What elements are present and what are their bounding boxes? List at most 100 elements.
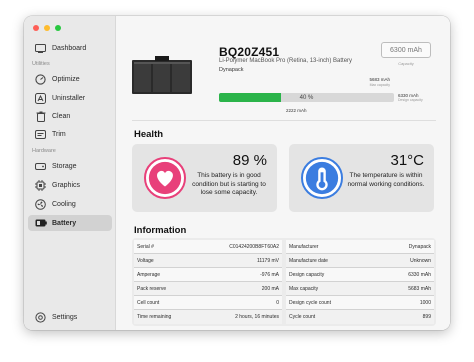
info-key: Serial #	[137, 243, 154, 250]
close-window-button[interactable]	[33, 25, 39, 31]
temperature-value: 31°C	[390, 152, 424, 169]
info-value: 1000	[419, 299, 431, 306]
max-capacity-value: 5683 mAh	[369, 77, 390, 82]
sidebar-item-label: Battery	[52, 219, 77, 227]
table-row: Manufacture date Unknown	[286, 254, 434, 268]
table-row: Pack reserve 200 mA	[134, 282, 282, 296]
info-value: 0	[276, 299, 279, 306]
table-row: Design cycle count 1000	[286, 296, 434, 310]
app-store-icon	[34, 92, 47, 105]
main-content: BQ20Z451 Li-Polymer MacBook Pro (Retina,…	[116, 16, 450, 330]
sidebar-item-storage[interactable]: Storage	[28, 158, 112, 174]
info-value: 6330 mAh	[408, 271, 431, 278]
table-row: Amperage -976 mA	[134, 268, 282, 282]
info-value: 5683 mAh	[408, 285, 431, 292]
capacity-box: 6300 mAh	[381, 42, 431, 58]
info-key: Manufacture date	[289, 257, 328, 264]
design-capacity-label: Design capacity	[398, 98, 423, 102]
info-value: Dynapack	[408, 243, 431, 250]
table-row: Cell count 0	[134, 296, 282, 310]
app-window: Dashboard Utilities Optimize Uninstaller…	[24, 16, 450, 330]
battery-model: BQ20Z451	[219, 45, 280, 59]
disk-icon	[34, 160, 47, 173]
info-key: Cycle count	[289, 314, 316, 320]
info-key: Manufacturer	[289, 243, 319, 250]
battery-manufacturer: Dynapack	[219, 67, 244, 73]
info-value: 899	[422, 314, 431, 320]
speedometer-icon	[34, 73, 47, 86]
sidebar-item-label: Storage	[52, 162, 77, 170]
current-capacity-value: 2222 mAh	[286, 108, 307, 113]
info-key: Pack reserve	[137, 285, 167, 292]
sidebar-item-dashboard[interactable]: Dashboard	[28, 40, 112, 56]
trash-icon	[34, 110, 47, 123]
section-label-hardware: Hardware	[32, 148, 56, 154]
info-value: Unknown	[410, 257, 431, 264]
sidebar-item-optimize[interactable]: Optimize	[28, 71, 112, 87]
sidebar-item-label: Graphics	[52, 181, 81, 189]
sidebar-item-graphics[interactable]: Graphics	[28, 177, 112, 193]
divider	[132, 120, 436, 121]
table-row: Time remaining 2 hours, 16 minutes	[134, 310, 282, 324]
thermometer-icon	[301, 157, 343, 199]
sidebar-item-trim[interactable]: Trim	[28, 126, 112, 142]
dashboard-icon	[34, 42, 47, 55]
table-row: Serial # C01424200B8FT60A2	[134, 240, 282, 254]
info-value: 2 hours, 16 minutes	[235, 314, 279, 320]
scissors-icon	[34, 128, 47, 141]
charge-percent: 40 %	[299, 94, 314, 101]
sidebar-item-label: Dashboard	[52, 44, 87, 52]
info-value: -976 mA	[260, 271, 279, 278]
info-key: Design capacity	[289, 271, 325, 278]
gpu-icon	[34, 179, 47, 192]
temperature-text: The temperature is within normal working…	[347, 172, 425, 188]
sidebar-item-label: Uninstaller	[52, 94, 86, 102]
heart-icon	[144, 157, 186, 199]
info-key: Voltage	[137, 257, 154, 264]
gear-icon	[34, 311, 47, 324]
information-table: Serial # C01424200B8FT60A2 Voltage 11179 mV…	[132, 238, 436, 326]
window-controls	[33, 25, 61, 31]
temperature-card: 31°C The temperature is within normal wo…	[289, 144, 434, 212]
sidebar-item-uninstaller[interactable]: Uninstaller	[28, 90, 112, 106]
table-row: Voltage 11179 mV	[134, 254, 282, 268]
info-key: Amperage	[137, 271, 161, 278]
battery-health-value: 89 %	[232, 152, 267, 169]
sidebar-item-label: Clean	[52, 112, 71, 120]
battery-pack-image	[132, 56, 192, 94]
sidebar-item-label: Optimize	[52, 75, 80, 83]
info-key: Max capacity	[289, 285, 319, 292]
sidebar-item-label: Trim	[52, 130, 66, 138]
battery-description: Li-Polymer MacBook Pro (Retina, 13-inch)…	[219, 58, 353, 64]
info-key: Time remaining	[137, 314, 172, 320]
sidebar-item-battery[interactable]: Battery	[28, 215, 112, 231]
info-key: Cell count	[137, 299, 160, 306]
table-row: Max capacity 5683 mAh	[286, 282, 434, 296]
table-row: Manufacturer Dynapack	[286, 240, 434, 254]
minimize-window-button[interactable]	[44, 25, 50, 31]
info-value: 200 mA	[261, 285, 279, 292]
info-key: Design cycle count	[289, 299, 331, 306]
max-capacity-label: Max capacity	[369, 83, 390, 87]
sidebar-item-label: Settings	[52, 313, 78, 321]
battery-health-text: This battery is in good condition but is…	[192, 172, 266, 196]
sidebar-item-settings[interactable]: Settings	[28, 309, 112, 325]
zoom-window-button[interactable]	[55, 25, 61, 31]
sidebar-item-cooling[interactable]: Cooling	[28, 196, 112, 212]
sidebar-item-label: Cooling	[52, 200, 76, 208]
health-heading: Health	[134, 129, 164, 140]
table-row: Design capacity 6330 mAh	[286, 268, 434, 282]
information-column-right: Manufacturer Dynapack Manufacture date Unkn…	[286, 240, 434, 324]
table-row: Cycle count 899	[286, 310, 434, 324]
sidebar: Dashboard Utilities Optimize Uninstaller…	[24, 16, 116, 330]
information-column-left: Serial # C01424200B8FT60A2 Voltage 11179 mV…	[134, 240, 282, 324]
information-heading: Information	[134, 225, 187, 236]
section-label-utilities: Utilities	[32, 61, 50, 67]
sidebar-item-clean[interactable]: Clean	[28, 108, 112, 124]
info-value: C01424200B8FT60A2	[229, 243, 279, 250]
info-value: 11179 mV	[256, 257, 279, 264]
capacity-label: Capacity	[398, 61, 414, 66]
fan-icon	[34, 198, 47, 211]
battery-icon	[34, 217, 47, 230]
battery-health-card: 89 % This battery is in good condition b…	[132, 144, 277, 212]
